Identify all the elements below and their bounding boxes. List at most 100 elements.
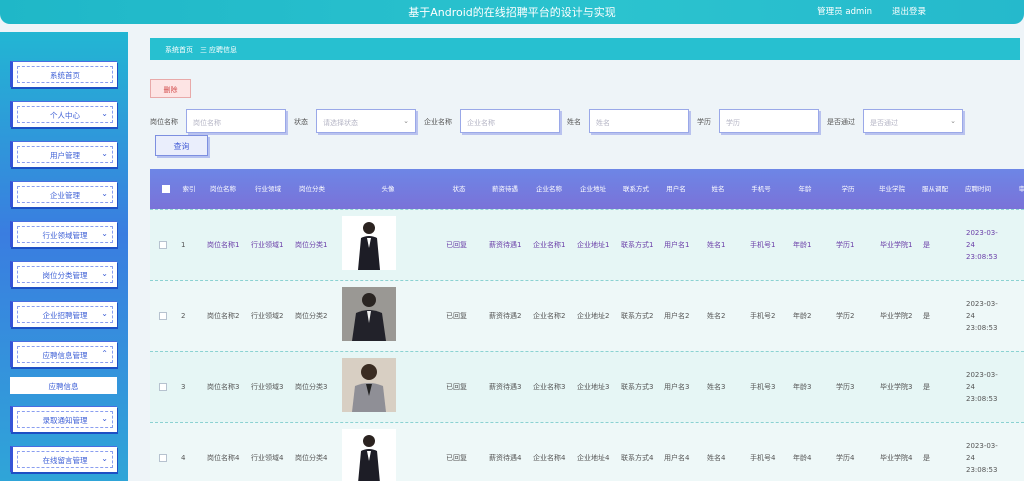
sidebar-item-applications[interactable]: 应聘信息管理 ⌃: [10, 341, 117, 367]
status-label: 状态: [294, 118, 308, 126]
cell-salary: 薪资待遇2: [489, 312, 522, 320]
row-checkbox[interactable]: [154, 281, 174, 351]
cell-username: 用户名4: [664, 454, 690, 462]
cell-index: 3: [181, 383, 186, 391]
col-job-category: 岗位分类: [299, 185, 325, 193]
cell-job-name: 岗位名称4: [207, 454, 240, 462]
chevron-down-icon: ⌄: [101, 269, 108, 278]
row-checkbox[interactable]: [154, 352, 174, 422]
logout-link[interactable]: 退出登录: [892, 5, 926, 17]
col-school: 毕业学院: [879, 185, 905, 193]
cell-address: 企业地址3: [577, 383, 610, 391]
cell-job-name: 岗位名称1: [207, 241, 240, 249]
cell-contact: 联系方式4: [621, 454, 654, 462]
company-name-input[interactable]: 企业名称: [460, 109, 560, 133]
chevron-down-icon: ⌄: [403, 117, 409, 125]
cell-name: 姓名4: [707, 454, 726, 462]
job-name-input[interactable]: 岗位名称: [186, 109, 286, 133]
sidebar-item-company[interactable]: 企业管理 ⌄: [10, 181, 117, 207]
cell-phone: 手机号2: [750, 312, 776, 320]
col-age: 年龄: [798, 185, 812, 193]
cell-status: 已回复: [446, 454, 467, 462]
admin-user-label: 管理员 admin: [817, 7, 872, 17]
passed-label: 是否通过: [827, 118, 855, 126]
table-header: 索引 岗位名称 行业领域 岗位分类 头像 状态 薪资待遇 企业名称 企业地址 联…: [150, 169, 1024, 209]
breadcrumb-current: 应聘信息: [209, 46, 237, 54]
table-row[interactable]: 1 岗位名称1 行业领域1 岗位分类1 已回复 薪资待遇1 企业名称1 企业地址…: [150, 209, 1024, 280]
col-address: 企业地址: [580, 185, 606, 193]
sidebar-item-industry[interactable]: 行业领域管理 ⌄: [10, 221, 117, 247]
cell-avatar: [334, 352, 441, 422]
cell-name: 姓名1: [707, 241, 726, 249]
cell-company: 企业名称3: [533, 383, 566, 391]
sidebar-item-home[interactable]: 系统首页: [10, 61, 117, 87]
cell-industry: 行业领域1: [251, 241, 284, 249]
sidebar-item-job-category[interactable]: 岗位分类管理 ⌄: [10, 261, 117, 287]
cell-salary: 薪资待遇3: [489, 383, 522, 391]
select-all-checkbox[interactable]: [156, 169, 176, 209]
chevron-up-icon: ⌃: [101, 349, 108, 358]
breadcrumb-home[interactable]: 系统首页: [165, 45, 193, 55]
cell-industry: 行业领域3: [251, 383, 284, 391]
table-row[interactable]: 3 岗位名称3 行业领域3 岗位分类3 已回复 薪资待遇3 企业名称3 企业地址…: [150, 351, 1024, 422]
education-label: 学历: [697, 118, 711, 126]
cell-status: 已回复: [446, 241, 467, 249]
cell-company: 企业名称4: [533, 454, 566, 462]
col-review: 审: [1018, 185, 1024, 193]
col-obey: 服从调配: [922, 185, 948, 193]
row-checkbox[interactable]: [154, 423, 174, 481]
cell-salary: 薪资待遇4: [489, 454, 522, 462]
sidebar-item-users[interactable]: 用户管理 ⌄: [10, 141, 117, 167]
sidebar-item-admission[interactable]: 录取通知管理 ⌄: [10, 406, 117, 432]
education-input[interactable]: 学历: [719, 109, 819, 133]
company-name-label: 企业名称: [424, 118, 452, 126]
cell-job-category: 岗位分类1: [295, 241, 328, 249]
cell-age: 年龄3: [793, 383, 812, 391]
sidebar: 系统首页 个人中心 ⌄ 用户管理 ⌄ 企业管理 ⌄ 行业领域管理 ⌄ 岗位分类管理 ⌄ 企…: [0, 32, 128, 481]
name-label: 姓名: [567, 118, 581, 126]
table-row[interactable]: 4 岗位名称4 行业领域4 岗位分类4 已回复 薪资待遇4 企业名称4 企业地址…: [150, 422, 1024, 481]
name-input[interactable]: 姓名: [589, 109, 689, 133]
passed-select[interactable]: 是否通过 ⌄: [863, 109, 963, 133]
sidebar-item-messages[interactable]: 在线留言管理 ⌄: [10, 446, 117, 472]
cell-username: 用户名2: [664, 312, 690, 320]
cell-education: 学历1: [836, 241, 855, 249]
cell-school: 毕业学院2: [880, 312, 913, 320]
status-select[interactable]: 请选择状态 ⌄: [316, 109, 416, 133]
cell-job-name: 岗位名称3: [207, 383, 240, 391]
cell-salary: 薪资待遇1: [489, 241, 522, 249]
row-checkbox[interactable]: [154, 210, 174, 280]
cell-industry: 行业领域2: [251, 312, 284, 320]
cell-contact: 联系方式2: [621, 312, 654, 320]
delete-button[interactable]: 删除: [150, 79, 191, 98]
col-name: 姓名: [711, 185, 725, 193]
col-index: 索引: [182, 185, 196, 193]
cell-school: 毕业学院1: [880, 241, 913, 249]
cell-index: 4: [181, 454, 186, 462]
col-apply-time: 应聘时间: [965, 185, 991, 193]
col-education: 学历: [841, 185, 855, 193]
cell-phone: 手机号3: [750, 383, 776, 391]
cell-company: 企业名称1: [533, 241, 566, 249]
cell-age: 年龄2: [793, 312, 812, 320]
query-button[interactable]: 查询: [155, 135, 208, 156]
job-name-label: 岗位名称: [150, 118, 178, 126]
sidebar-item-recruitment[interactable]: 企业招聘管理 ⌄: [10, 301, 117, 327]
col-status: 状态: [452, 185, 466, 193]
submenu-item-applications[interactable]: 应聘信息: [10, 377, 117, 394]
chevron-down-icon: ⌄: [101, 109, 108, 118]
cell-index: 2: [181, 312, 186, 320]
top-header: 基于Android的在线招聘平台的设计与实现 管理员 admin 退出登录: [0, 0, 1024, 24]
cell-obey: 是: [923, 312, 930, 320]
col-job-name: 岗位名称: [210, 185, 236, 193]
chevron-down-icon: ⌄: [101, 414, 108, 423]
chevron-down-icon: ⌄: [950, 117, 956, 125]
cell-address: 企业地址1: [577, 241, 610, 249]
cell-job-name: 岗位名称2: [207, 312, 240, 320]
status-placeholder: 请选择状态: [323, 119, 358, 127]
table-row[interactable]: 2 岗位名称2 行业领域2 岗位分类2 已回复 薪资待遇2 企业名称2 企业地址…: [150, 280, 1024, 351]
col-avatar: 头像: [381, 185, 395, 193]
col-phone: 手机号: [751, 185, 771, 193]
sidebar-item-profile[interactable]: 个人中心 ⌄: [10, 101, 117, 127]
cell-name: 姓名2: [707, 312, 726, 320]
